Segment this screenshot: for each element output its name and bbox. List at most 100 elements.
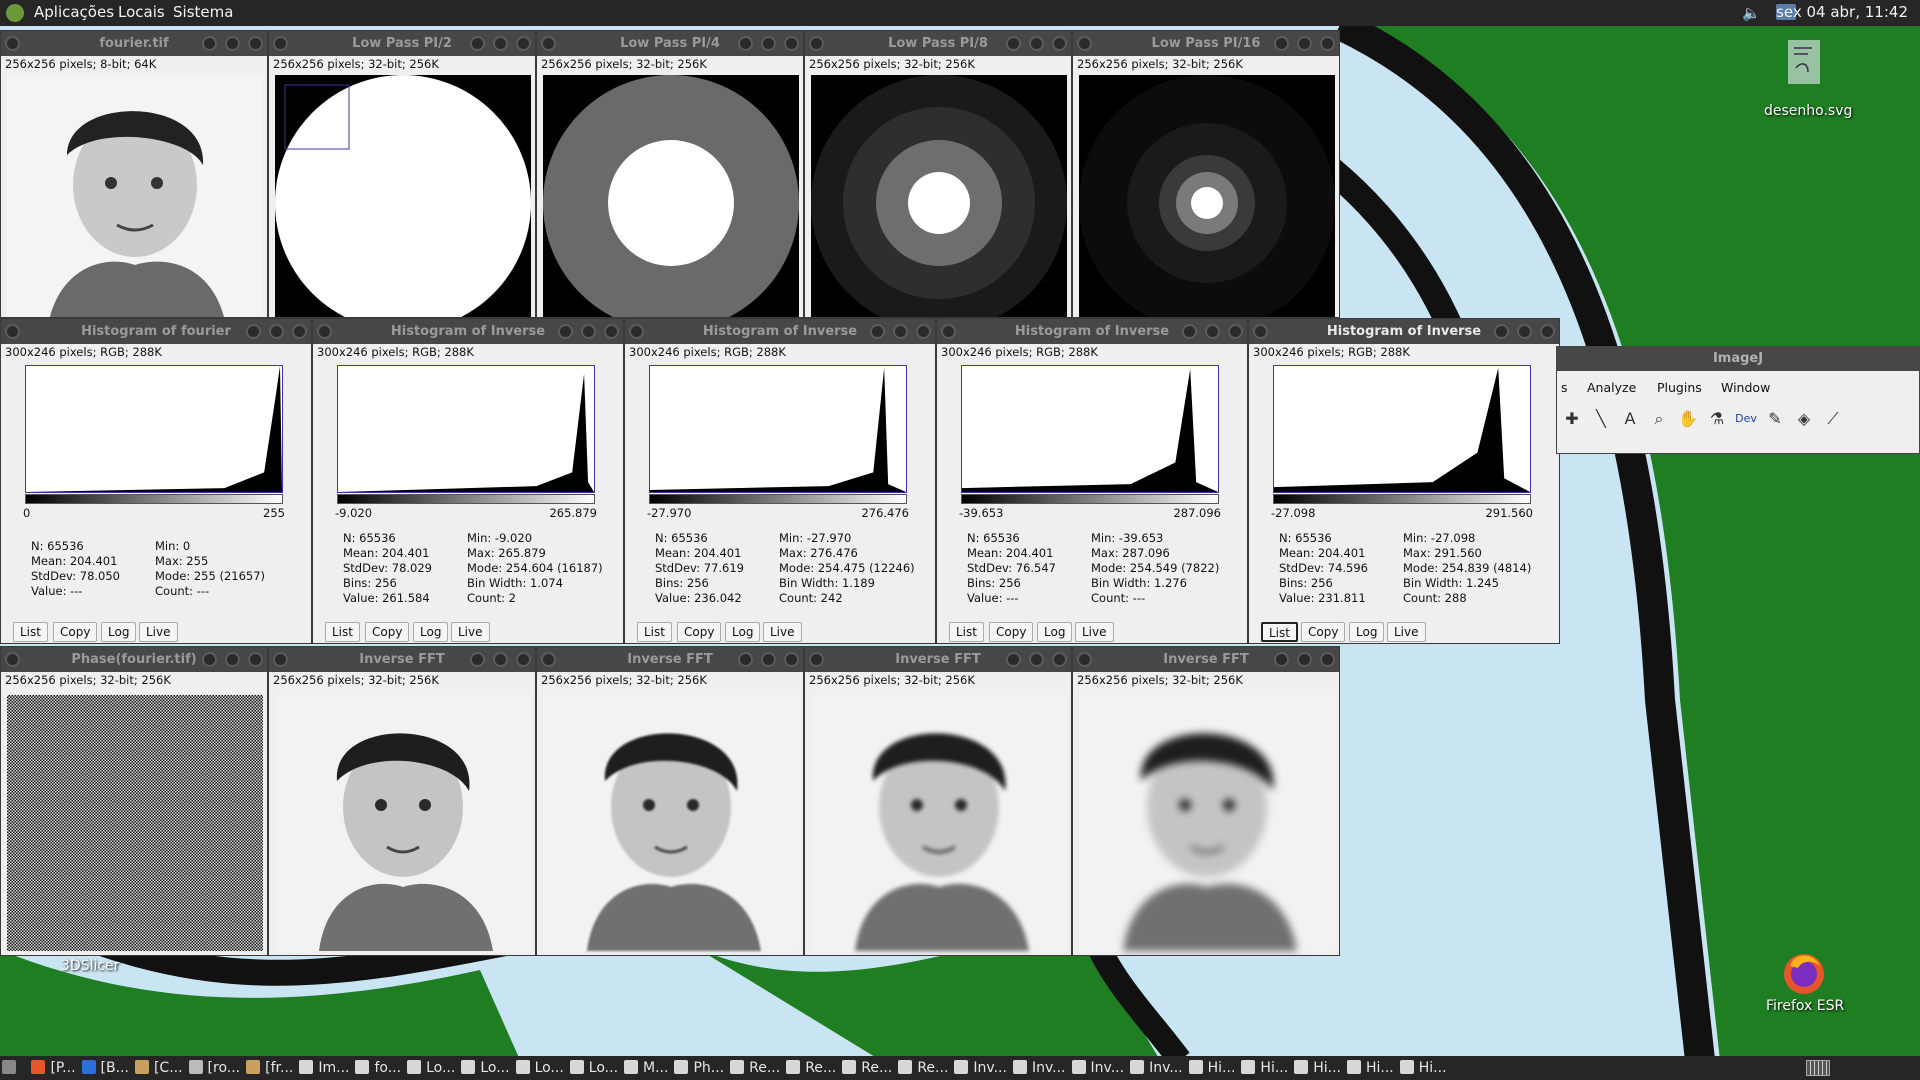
taskbar-item[interactable]: Inv...	[1070, 1056, 1124, 1080]
taskbar-item[interactable]: Ph...	[672, 1056, 724, 1080]
histogram-window[interactable]: Histogram of Inverse 300x246 pixels; RGB;…	[936, 318, 1248, 644]
maximize-button[interactable]	[1297, 36, 1312, 51]
close-button[interactable]	[916, 324, 931, 339]
histogram-log-button[interactable]: Log	[1037, 622, 1073, 642]
histogram-live-button[interactable]: Live	[1075, 622, 1114, 642]
image-canvas[interactable]	[275, 75, 531, 317]
applications-menu-icon[interactable]	[6, 4, 24, 22]
window-menu-button[interactable]	[809, 36, 824, 51]
taskbar-item[interactable]: Hi...	[1239, 1056, 1288, 1080]
close-button[interactable]	[248, 652, 263, 667]
maximize-button[interactable]	[1029, 652, 1044, 667]
histogram-copy-button[interactable]: Copy	[677, 622, 722, 642]
maximize-button[interactable]	[761, 652, 776, 667]
histogram-plot[interactable]	[649, 365, 907, 493]
taskbar-item[interactable]: Hi...	[1398, 1056, 1447, 1080]
window-menu-button[interactable]	[1253, 324, 1268, 339]
image-canvas[interactable]	[543, 75, 799, 317]
taskbar-item[interactable]: [C...	[133, 1056, 183, 1080]
maximize-button[interactable]	[269, 324, 284, 339]
menu-analyze-partial[interactable]: s	[1561, 380, 1568, 395]
window-menu-button[interactable]	[5, 652, 20, 667]
window-menu-button[interactable]	[5, 324, 20, 339]
taskbar-item[interactable]: [fr...	[244, 1056, 293, 1080]
maximize-button[interactable]	[225, 36, 240, 51]
histogram-copy-button[interactable]: Copy	[365, 622, 410, 642]
close-button[interactable]	[516, 36, 531, 51]
histogram-log-button[interactable]: Log	[725, 622, 761, 642]
taskbar-item[interactable]: Hi...	[1292, 1056, 1341, 1080]
text-icon[interactable]: A	[1617, 406, 1643, 432]
taskbar-item[interactable]: fo...	[353, 1056, 401, 1080]
image-canvas[interactable]	[275, 695, 531, 951]
histogram-copy-button[interactable]: Copy	[1301, 622, 1346, 642]
close-button[interactable]	[784, 652, 799, 667]
minimize-button[interactable]	[1182, 324, 1197, 339]
image-window[interactable]: Inverse FFT 256x256 pixels; 32-bit; 256K	[268, 646, 536, 956]
taskbar-item[interactable]: Hi...	[1187, 1056, 1235, 1080]
histogram-list-button[interactable]: List	[13, 622, 48, 642]
histogram-window[interactable]: Histogram of Inverse 300x246 pixels; RGB;…	[1248, 318, 1560, 644]
zoom-icon[interactable]: ⌕	[1646, 406, 1672, 432]
taskbar-item[interactable]: [ro...	[187, 1056, 240, 1080]
taskbar-item[interactable]: Inv...	[1128, 1056, 1183, 1080]
minimize-button[interactable]	[738, 36, 753, 51]
image-window[interactable]: Low Pass PI/2 256x256 pixels; 32-bit; 256…	[268, 30, 536, 318]
minimize-button[interactable]	[870, 324, 885, 339]
minimize-button[interactable]	[202, 652, 217, 667]
close-button[interactable]	[1540, 324, 1555, 339]
histogram-list-button[interactable]: List	[325, 622, 360, 642]
histogram-log-button[interactable]: Log	[413, 622, 449, 642]
taskbar-item[interactable]: Re...	[840, 1056, 892, 1080]
imagej-window[interactable]: ImageJ s Analyze Plugins Window ✚ ╲ A ⌕ ✋ ⚗ De…	[1556, 346, 1920, 454]
volume-icon[interactable]: 🔈	[1742, 4, 1761, 22]
menu-plugins[interactable]: Plugins	[1657, 380, 1702, 395]
hand-icon[interactable]: ✋	[1675, 406, 1701, 432]
show-desktop-button[interactable]	[0, 1056, 21, 1080]
taskbar-item[interactable]: Lo...	[405, 1056, 455, 1080]
maximize-button[interactable]	[1205, 324, 1220, 339]
workspace-switcher[interactable]	[1806, 1060, 1830, 1076]
histogram-list-button[interactable]: List	[949, 622, 984, 642]
histogram-copy-button[interactable]: Copy	[53, 622, 98, 642]
close-button[interactable]	[1228, 324, 1243, 339]
histogram-list-button[interactable]: List	[637, 622, 672, 642]
window-title[interactable]: Histogram of Inverse	[313, 319, 623, 344]
histogram-log-button[interactable]: Log	[101, 622, 137, 642]
taskbar-item[interactable]: Lo...	[459, 1056, 510, 1080]
histogram-copy-button[interactable]: Copy	[989, 622, 1034, 642]
taskbar-item[interactable]: M...	[622, 1056, 668, 1080]
histogram-plot[interactable]	[961, 365, 1219, 493]
window-menu-button[interactable]	[809, 652, 824, 667]
taskbar-item[interactable]: Inv...	[952, 1056, 1007, 1080]
minimize-button[interactable]	[738, 652, 753, 667]
window-menu-button[interactable]	[273, 652, 288, 667]
close-button[interactable]	[248, 36, 263, 51]
histogram-plot[interactable]	[25, 365, 283, 493]
taskbar-item[interactable]: Im...	[297, 1056, 349, 1080]
dev-tool-button[interactable]: Dev	[1733, 406, 1759, 432]
minimize-button[interactable]	[558, 324, 573, 339]
image-canvas[interactable]	[7, 695, 263, 951]
close-button[interactable]	[604, 324, 619, 339]
histogram-live-button[interactable]: Live	[451, 622, 490, 642]
window-menu-button[interactable]	[5, 36, 20, 51]
image-canvas[interactable]	[811, 75, 1067, 317]
menu-window[interactable]: Window	[1721, 380, 1770, 395]
minimize-button[interactable]	[202, 36, 217, 51]
histogram-live-button[interactable]: Live	[1387, 622, 1426, 642]
image-window[interactable]: Low Pass PI/16 256x256 pixels; 32-bit; 25…	[1072, 30, 1340, 318]
minimize-button[interactable]	[246, 324, 261, 339]
maximize-button[interactable]	[761, 36, 776, 51]
histogram-window[interactable]: Histogram of fourier 300x246 pixels; RGB;…	[0, 318, 312, 644]
minimize-button[interactable]	[1274, 652, 1289, 667]
maximize-button[interactable]	[225, 652, 240, 667]
minimize-button[interactable]	[1006, 36, 1021, 51]
maximize-button[interactable]	[581, 324, 596, 339]
image-window[interactable]: fourier.tif 256x256 pixels; 8-bit; 64K	[0, 30, 268, 318]
histogram-window[interactable]: Histogram of Inverse 300x246 pixels; RGB;…	[624, 318, 936, 644]
menu-locais[interactable]: Locais	[118, 3, 165, 21]
window-menu-button[interactable]	[317, 324, 332, 339]
minimize-button[interactable]	[1494, 324, 1509, 339]
histogram-log-button[interactable]: Log	[1349, 622, 1385, 642]
